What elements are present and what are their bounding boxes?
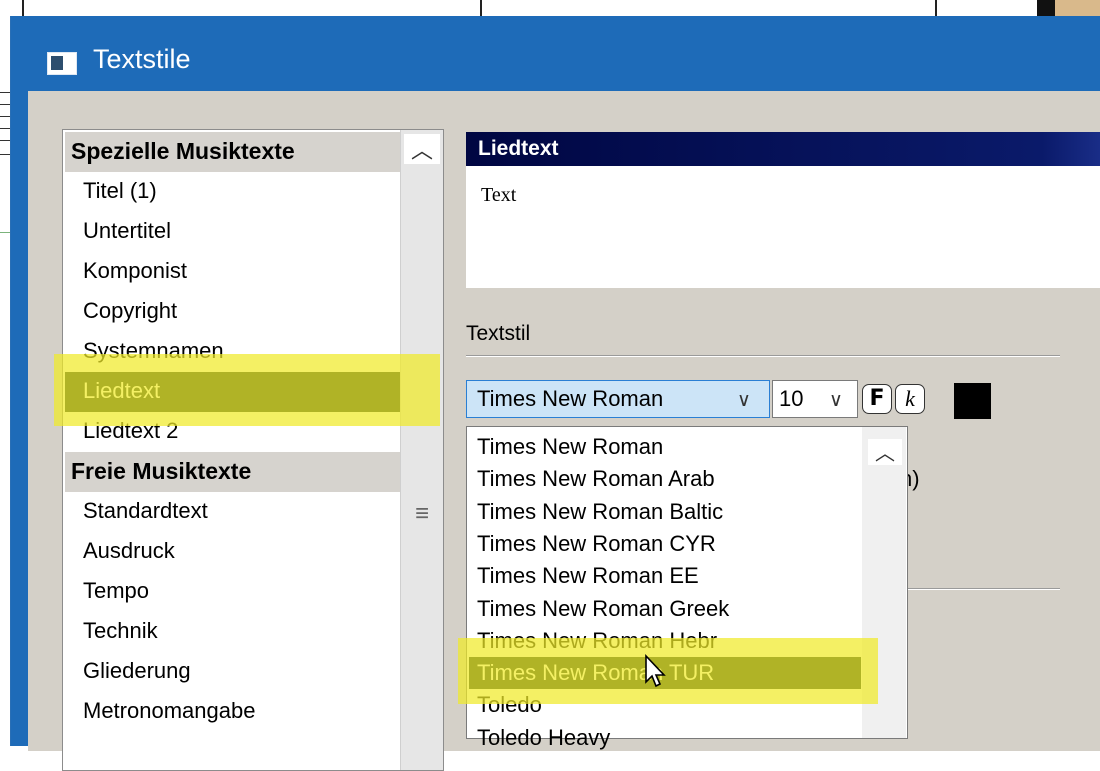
font-family-combo[interactable]: Times New Roman ∨	[466, 380, 770, 418]
window-icon	[47, 52, 77, 75]
list-item[interactable]: Copyright	[65, 292, 400, 332]
font-option[interactable]: Toledo Heavy	[469, 722, 861, 754]
font-option[interactable]: Times New Roman	[469, 431, 861, 463]
preview-area: Text	[466, 166, 1100, 288]
textstil-label: Textstil	[466, 322, 531, 345]
list-item[interactable]: Ausdruck	[65, 532, 400, 572]
section-divider	[466, 355, 1060, 357]
section-divider	[902, 588, 1060, 590]
list-item[interactable]: Gliederung	[65, 652, 400, 692]
list-item[interactable]: Standardtext	[65, 492, 400, 532]
font-size-value: 10	[779, 386, 804, 411]
chevron-down-icon[interactable]: ∨	[829, 389, 843, 412]
font-option[interactable]: Times New Roman Greek	[469, 593, 861, 625]
mouse-cursor-icon	[645, 654, 666, 688]
italic-button[interactable]: k	[895, 384, 925, 414]
score-barline	[935, 0, 937, 16]
list-item[interactable]: Titel (1)	[65, 172, 400, 212]
list-item[interactable]: Untertitel	[65, 212, 400, 252]
text-color-swatch[interactable]	[954, 383, 991, 419]
list-item[interactable]: Metronomangabe	[65, 692, 400, 732]
score-dark-block	[1037, 0, 1055, 16]
font-size-combo[interactable]: 10 ∨	[772, 380, 858, 418]
font-option[interactable]: Times New Roman Baltic	[469, 496, 861, 528]
scroll-grip-icon[interactable]: ≡	[401, 500, 443, 528]
list-item[interactable]: Tempo	[65, 572, 400, 612]
highlight-marker	[54, 354, 440, 426]
scroll-up-arrow-icon[interactable]: ︿	[868, 439, 902, 465]
score-tan-block	[1055, 0, 1100, 16]
bold-button[interactable]: F	[862, 384, 892, 414]
chevron-down-icon[interactable]: ∨	[737, 389, 751, 412]
list-item[interactable]: Technik	[65, 612, 400, 652]
font-option[interactable]: Times New Roman Arab	[469, 463, 861, 495]
text-style-list[interactable]: Metronomangabe Gliederung Technik Tempo Ausd…	[62, 129, 444, 771]
score-barline	[480, 0, 482, 16]
scroll-up-arrow-icon[interactable]: ︿	[404, 134, 440, 164]
list-group-header: Spezielle Musiktexte	[65, 132, 400, 172]
score-mark	[0, 232, 10, 233]
font-option[interactable]: Times New Roman EE	[469, 560, 861, 592]
preview-header: Liedtext	[466, 132, 1100, 166]
score-barline	[22, 0, 24, 16]
list-group-header: Freie Musiktexte	[65, 452, 400, 492]
list-item[interactable]: Komponist	[65, 252, 400, 292]
preview-sample-text: Text	[481, 184, 517, 206]
font-option[interactable]: Times New Roman CYR	[469, 528, 861, 560]
title-bar[interactable]: Textstile	[11, 16, 1100, 91]
font-family-value: Times New Roman	[477, 386, 664, 411]
list-scrollbar[interactable]: ︿ ≡	[400, 130, 443, 770]
window-title: Textstile	[93, 44, 191, 74]
